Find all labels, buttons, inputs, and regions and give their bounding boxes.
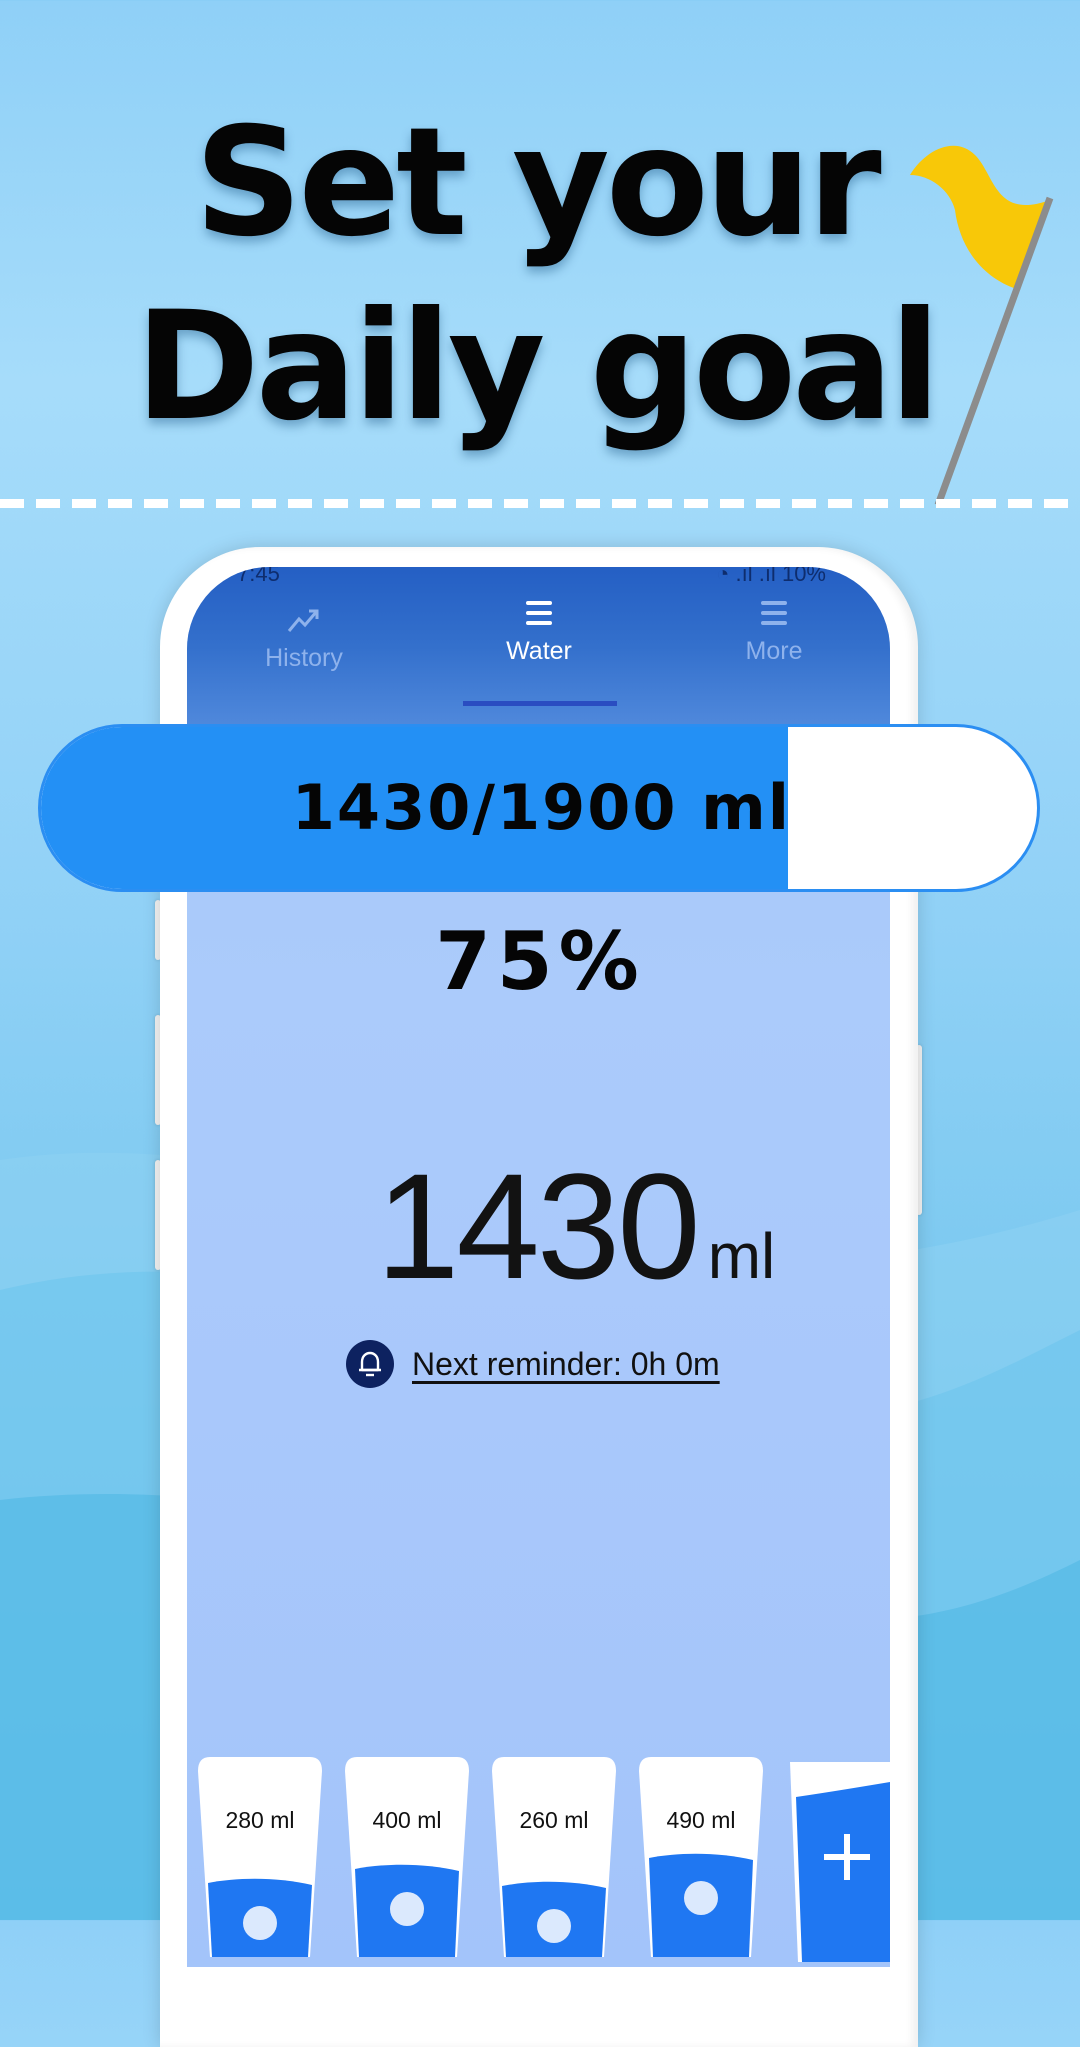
app-bar: 7:45 ◔ .ıl .ıl 10% History Water More — [187, 567, 890, 727]
cup-glass-icon — [345, 1757, 469, 1957]
daily-goal-progress-bar: 1430/1900 ml — [38, 724, 1040, 892]
status-time: 7:45 — [237, 567, 280, 586]
tab-more[interactable]: More — [694, 595, 854, 666]
cup-label: 280 ml — [225, 1807, 295, 1833]
intake-unit: ml — [707, 1220, 776, 1292]
intake-amount: 1430 ml — [376, 1140, 775, 1313]
tab-water[interactable]: Water — [459, 595, 619, 666]
next-reminder[interactable]: Next reminder: 0h 0m — [346, 1340, 720, 1388]
droplet-icon — [243, 1906, 277, 1940]
intake-value: 1430 — [376, 1142, 701, 1310]
cup-option[interactable]: 280 ml — [198, 1757, 322, 1957]
flag-icon — [910, 145, 1054, 507]
menu-icon — [694, 595, 854, 631]
menu-icon — [459, 595, 619, 631]
cup-label: 490 ml — [666, 1807, 736, 1833]
tab-history-label: History — [265, 644, 343, 672]
cup-glass-icon — [639, 1757, 763, 1957]
cup-glass-icon — [198, 1757, 322, 1957]
wifi-icon: ◔ — [716, 567, 730, 586]
cup-option[interactable]: 400 ml — [345, 1757, 469, 1957]
progress-label: 1430/1900 ml — [291, 771, 791, 844]
percent-label: 75% — [435, 915, 645, 1008]
tab-water-label: Water — [506, 637, 572, 665]
next-reminder-text[interactable]: Next reminder: 0h 0m — [412, 1346, 720, 1383]
cup-option[interactable]: 260 ml — [492, 1757, 616, 1957]
add-custom-cup-button[interactable] — [780, 1762, 890, 1962]
cup-glass-icon — [492, 1757, 616, 1957]
plus-icon — [824, 1834, 870, 1880]
bell-icon — [346, 1340, 394, 1388]
tab-more-label: More — [745, 637, 803, 665]
cup-label: 400 ml — [372, 1807, 442, 1833]
signal-icon: .ıl .ıl — [735, 567, 776, 586]
status-icons: ◔ .ıl .ıl 10% — [716, 567, 826, 587]
trending-up-icon — [224, 602, 384, 638]
battery-label: 10% — [781, 567, 826, 586]
cup-option[interactable]: 490 ml — [639, 1757, 763, 1957]
cup-label: 260 ml — [519, 1807, 589, 1833]
tab-history[interactable]: History — [224, 602, 384, 673]
active-tab-indicator — [463, 701, 617, 706]
droplet-icon — [537, 1909, 571, 1943]
droplet-icon — [390, 1892, 424, 1926]
dashed-divider — [0, 499, 1080, 508]
droplet-icon — [684, 1881, 718, 1915]
